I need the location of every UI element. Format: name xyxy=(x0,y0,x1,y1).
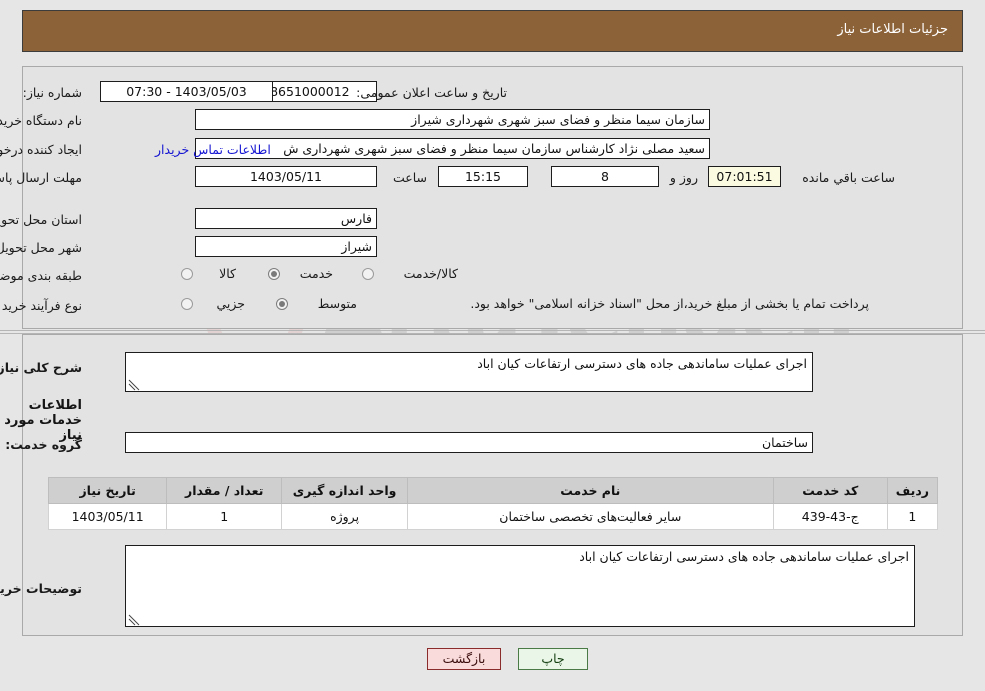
panel-divider-1 xyxy=(0,330,985,331)
print-button[interactable]: چاپ xyxy=(518,648,588,670)
label-process: نوع فرآیند خرید : xyxy=(0,298,82,313)
label-remaining-suffix: ساعت باقي مانده xyxy=(802,170,895,185)
back-button[interactable]: بازگشت xyxy=(427,648,501,670)
radio-process-medium[interactable] xyxy=(276,298,288,310)
service-group-value[interactable]: ساختمان xyxy=(125,432,813,453)
requester-value[interactable]: سعید مصلی نژاد کارشناس سازمان سیما منظر … xyxy=(195,138,710,159)
radio-label-category-2: کالا/خدمت xyxy=(403,266,458,281)
radio-category-service[interactable] xyxy=(268,268,280,280)
deadline-time-value[interactable]: 15:15 xyxy=(438,166,528,187)
announce-datetime-value[interactable]: 1403/05/03 - 07:30 xyxy=(100,81,273,102)
label-general-need: شرح کلی نیاز: xyxy=(0,360,82,375)
label-hour: ساعت xyxy=(392,170,427,185)
label-announce-datetime: تاریخ و ساعت اعلان عمومی: xyxy=(356,85,507,100)
label-category: طبقه بندی موضوعی: xyxy=(0,268,82,283)
col-header-unit: واحد اندازه گیری xyxy=(281,477,408,504)
col-header-code: کد خدمت xyxy=(772,477,888,504)
col-header-name: نام خدمت xyxy=(406,477,774,504)
services-table: ردیف کد خدمت نام خدمت واحد اندازه گیری ت… xyxy=(47,477,939,530)
label-day-and: روز و xyxy=(669,170,698,185)
general-need-textarea[interactable]: اجرای عملیات ساماندهی جاده های دسترسی ار… xyxy=(125,352,813,392)
page-root: ArtaTender.net جزئیات اطلاعات نیاز شماره… xyxy=(0,0,985,691)
radio-label-process-1: متوسط xyxy=(317,296,357,311)
radio-label-process-0: جزیي xyxy=(216,296,245,311)
deadline-date-value[interactable]: 1403/05/11 xyxy=(195,166,377,187)
cell-service-code: ج-43-439 xyxy=(772,503,888,530)
col-header-quantity: تعداد / مقدار xyxy=(166,477,283,504)
resize-grip-icon-2[interactable] xyxy=(128,614,140,626)
table-header-row: ردیف کد خدمت نام خدمت واحد اندازه گیری ت… xyxy=(47,477,939,504)
label-requester: ایجاد کننده درخواست: xyxy=(0,142,82,157)
label-city: شهر محل تحویل: xyxy=(0,240,82,255)
col-header-row: ردیف xyxy=(886,477,939,504)
radio-process-minor[interactable] xyxy=(181,298,193,310)
process-note-text: پرداخت تمام یا بخشی از مبلغ خرید،از محل … xyxy=(470,296,869,311)
panel-divider-2 xyxy=(0,333,985,334)
countdown-value[interactable]: 07:01:51 xyxy=(708,166,781,187)
radio-label-category-1: خدمت xyxy=(299,266,333,281)
cell-quantity: 1 xyxy=(166,503,283,530)
table-row: 1 ج-43-439 سایر فعالیت‌های تخصصی ساختمان… xyxy=(47,503,939,530)
province-value[interactable]: فارس xyxy=(195,208,377,229)
resize-grip-icon[interactable] xyxy=(128,379,140,391)
label-buyer-notes: توضیحات خریدار: xyxy=(0,581,82,596)
label-need-number: شماره نیاز: xyxy=(22,85,82,100)
window-title-bar: جزئیات اطلاعات نیاز xyxy=(22,10,963,52)
cell-need-date: 1403/05/11 xyxy=(47,503,168,530)
radio-label-category-0: کالا xyxy=(219,266,236,281)
buyer-org-value[interactable]: سازمان سیما منظر و فضای سبز شهری شهرداری… xyxy=(195,109,710,130)
label-deadline: مهلت ارسال پاسخ: تا تاریخ: xyxy=(0,170,82,185)
buyer-notes-textarea[interactable]: اجرای عملیات ساماندهی جاده های دسترسی ار… xyxy=(125,545,915,627)
buyer-notes-value: اجرای عملیات ساماندهی جاده های دسترسی ار… xyxy=(579,549,909,564)
general-need-value: اجرای عملیات ساماندهی جاده های دسترسی ار… xyxy=(477,356,807,371)
radio-category-goods[interactable] xyxy=(181,268,193,280)
page-title: جزئیات اطلاعات نیاز xyxy=(837,22,948,37)
need-summary-panel xyxy=(22,66,963,329)
city-value[interactable]: شیراز xyxy=(195,236,377,257)
radio-category-goods-service[interactable] xyxy=(362,268,374,280)
label-province: استان محل تحویل: xyxy=(0,212,82,227)
label-service-group: گروه خدمت: xyxy=(5,437,82,452)
label-buyer-org: نام دستگاه خریدار: xyxy=(0,113,82,128)
cell-row-number: 1 xyxy=(886,503,939,530)
buyer-contact-link[interactable]: اطلاعات تماس خریدار xyxy=(155,142,271,157)
col-header-date: تاریخ نیاز xyxy=(47,477,168,504)
days-remaining-value[interactable]: 8 xyxy=(551,166,659,187)
cell-service-name: سایر فعالیت‌های تخصصی ساختمان xyxy=(406,503,774,530)
cell-unit: پروژه xyxy=(281,503,408,530)
